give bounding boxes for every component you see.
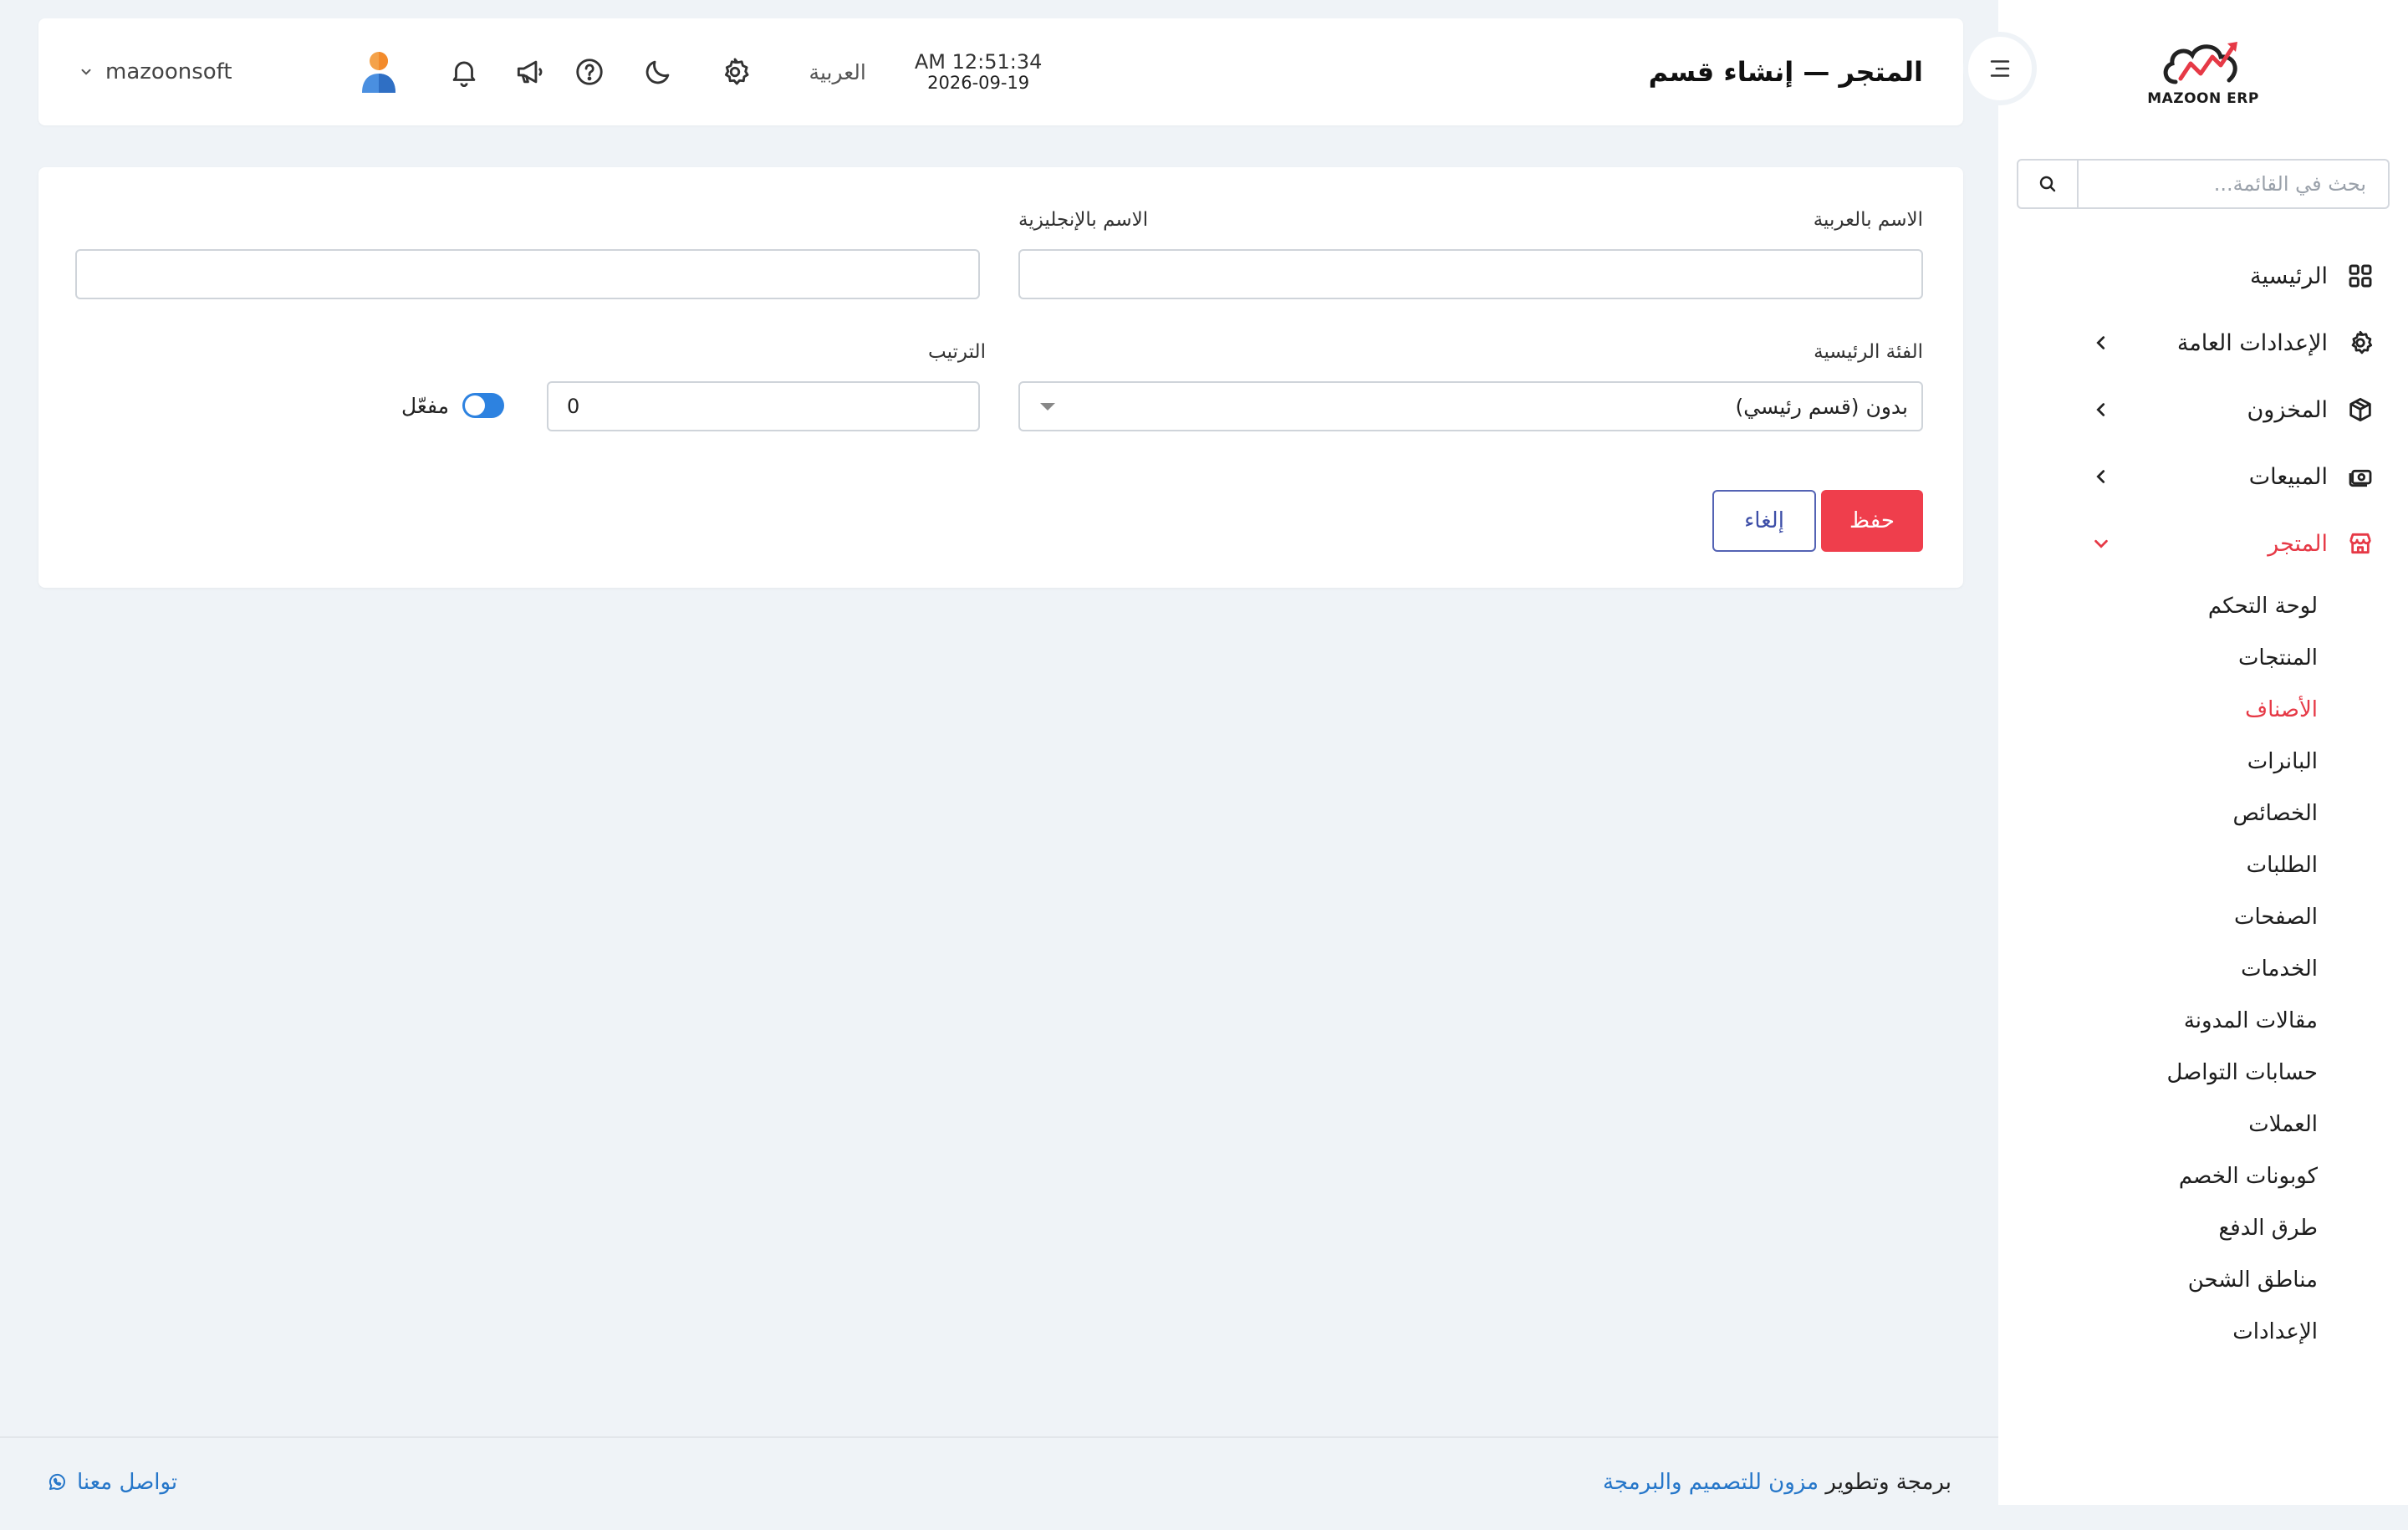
avatar[interactable]	[358, 49, 400, 94]
top-header: المتجر — إنشاء قسم mazoonsoft العربية AM…	[38, 18, 1963, 125]
sidebar-nav: الرئيسية الإعدادات العامة المخزون المبيع…	[1998, 242, 2408, 1358]
logo-mark-icon	[2163, 42, 2237, 84]
credit-prefix: برمجة وتطوير	[1825, 1470, 1951, 1495]
sidebar-item-sales[interactable]: المبيعات	[1998, 443, 2408, 510]
submenu-item-services[interactable]: الخدمات	[1998, 943, 2408, 995]
sidebar: MAZOON ERP الرئيسية الإعدادات العامة الم…	[1998, 0, 2408, 1505]
parent-category-value: بدون (قسم رئيسي)	[1735, 394, 1908, 419]
sidebar-search-input[interactable]	[2079, 161, 2388, 207]
brand-logo[interactable]: MAZOON ERP	[2145, 33, 2262, 113]
parent-category-label: الفئة الرئيسية	[1814, 341, 1923, 363]
sidebar-item-label: المبيعات	[2248, 463, 2328, 490]
chevron-left-icon	[2096, 470, 2105, 483]
cancel-button[interactable]: إلغاء	[1712, 490, 1816, 552]
footer-credit: برمجة وتطوير مزون للتصميم والبرمجة	[1603, 1470, 1951, 1495]
submenu-item-products[interactable]: المنتجات	[1998, 632, 2408, 684]
active-label: مفعّل	[401, 393, 450, 418]
gear-icon	[2346, 329, 2375, 357]
user-menu[interactable]: mazoonsoft	[79, 59, 232, 84]
clock-date: 2026-09-19	[927, 72, 1030, 93]
grid-icon	[2346, 262, 2375, 290]
help-icon[interactable]	[572, 54, 607, 89]
sidebar-item-label: المخزون	[2247, 396, 2328, 423]
page-title: المتجر — إنشاء قسم	[1648, 56, 1923, 88]
search-icon[interactable]	[2018, 161, 2079, 207]
moon-icon[interactable]	[640, 54, 676, 89]
name-en-input[interactable]	[75, 249, 980, 299]
store-icon	[2346, 529, 2375, 558]
active-toggle[interactable]: مفعّل	[401, 393, 505, 418]
sidebar-item-home[interactable]: الرئيسية	[1998, 242, 2408, 309]
logo-text: MAZOON ERP	[2147, 90, 2259, 107]
order-input[interactable]	[547, 381, 980, 431]
sidebar-item-general-settings[interactable]: الإعدادات العامة	[1998, 309, 2408, 376]
contact-us-link[interactable]: تواصل معنا	[47, 1470, 177, 1495]
settings-gear-icon[interactable]	[717, 54, 752, 89]
chevron-down-icon	[2094, 539, 2108, 548]
chevron-left-icon	[2096, 403, 2105, 416]
megaphone-icon[interactable]	[512, 54, 547, 89]
submenu-item-categories[interactable]: الأصناف	[1998, 684, 2408, 736]
submenu-item-payment-methods[interactable]: طرق الدفع	[1998, 1202, 2408, 1254]
submenu-item-attributes[interactable]: الخصائص	[1998, 788, 2408, 839]
submenu-item-banners[interactable]: البانرات	[1998, 736, 2408, 788]
category-form-card: الاسم بالعربية الاسم بالإنجليزية الفئة ا…	[38, 167, 1963, 588]
sidebar-item-label: الإعدادات العامة	[2176, 329, 2328, 356]
name-ar-input[interactable]	[1018, 249, 1923, 299]
name-ar-label: الاسم بالعربية	[1813, 209, 1923, 231]
clock: AM 12:51:34 2026-09-19	[914, 50, 1043, 93]
box-icon	[2346, 395, 2375, 424]
sidebar-item-inventory[interactable]: المخزون	[1998, 376, 2408, 443]
chevron-left-icon	[2096, 336, 2105, 349]
store-submenu: لوحة التحكم المنتجات الأصناف البانرات ال…	[1998, 577, 2408, 1358]
submenu-item-pages[interactable]: الصفحات	[1998, 891, 2408, 943]
sidebar-toggle-button[interactable]	[1963, 32, 2037, 105]
cash-icon	[2346, 462, 2375, 491]
submenu-item-blog-posts[interactable]: مقالات المدونة	[1998, 995, 2408, 1047]
submenu-item-social-accounts[interactable]: حسابات التواصل	[1998, 1047, 2408, 1099]
name-en-label: الاسم بالإنجليزية	[1018, 209, 1149, 231]
clock-time: AM 12:51:34	[914, 50, 1043, 74]
header-toolbar: mazoonsoft العربية AM 12:51:34 2026-09-1…	[79, 18, 1042, 125]
sidebar-search	[2017, 159, 2390, 209]
parent-category-select[interactable]: بدون (قسم رئيسي)	[1018, 381, 1923, 431]
language-switch[interactable]: العربية	[809, 60, 866, 84]
order-label: الترتيب	[928, 341, 986, 363]
contact-label: تواصل معنا	[77, 1470, 178, 1495]
submenu-item-currencies[interactable]: العملات	[1998, 1099, 2408, 1150]
submenu-item-coupons[interactable]: كوبونات الخصم	[1998, 1150, 2408, 1202]
submenu-item-dashboard[interactable]: لوحة التحكم	[1998, 580, 2408, 632]
bell-icon[interactable]	[446, 54, 482, 89]
username: mazoonsoft	[105, 59, 232, 84]
menu-icon	[1990, 60, 2010, 77]
dropdown-arrow-icon	[1040, 403, 1055, 411]
footer: برمجة وتطوير مزون للتصميم والبرمجة تواصل…	[0, 1436, 1998, 1530]
credit-link[interactable]: مزون للتصميم والبرمجة	[1603, 1470, 1819, 1495]
active-switch[interactable]	[462, 393, 505, 418]
submenu-item-shipping-zones[interactable]: مناطق الشحن	[1998, 1254, 2408, 1306]
submenu-item-orders[interactable]: الطلبات	[1998, 839, 2408, 891]
sidebar-item-store[interactable]: المتجر	[1998, 510, 2408, 577]
sidebar-item-label: المتجر	[2268, 530, 2328, 557]
whatsapp-icon	[48, 1473, 65, 1490]
sidebar-item-label: الرئيسية	[2250, 263, 2328, 289]
save-button[interactable]: حفظ	[1821, 490, 1923, 552]
chevron-down-icon	[81, 69, 91, 75]
submenu-item-settings[interactable]: الإعدادات	[1998, 1306, 2408, 1358]
